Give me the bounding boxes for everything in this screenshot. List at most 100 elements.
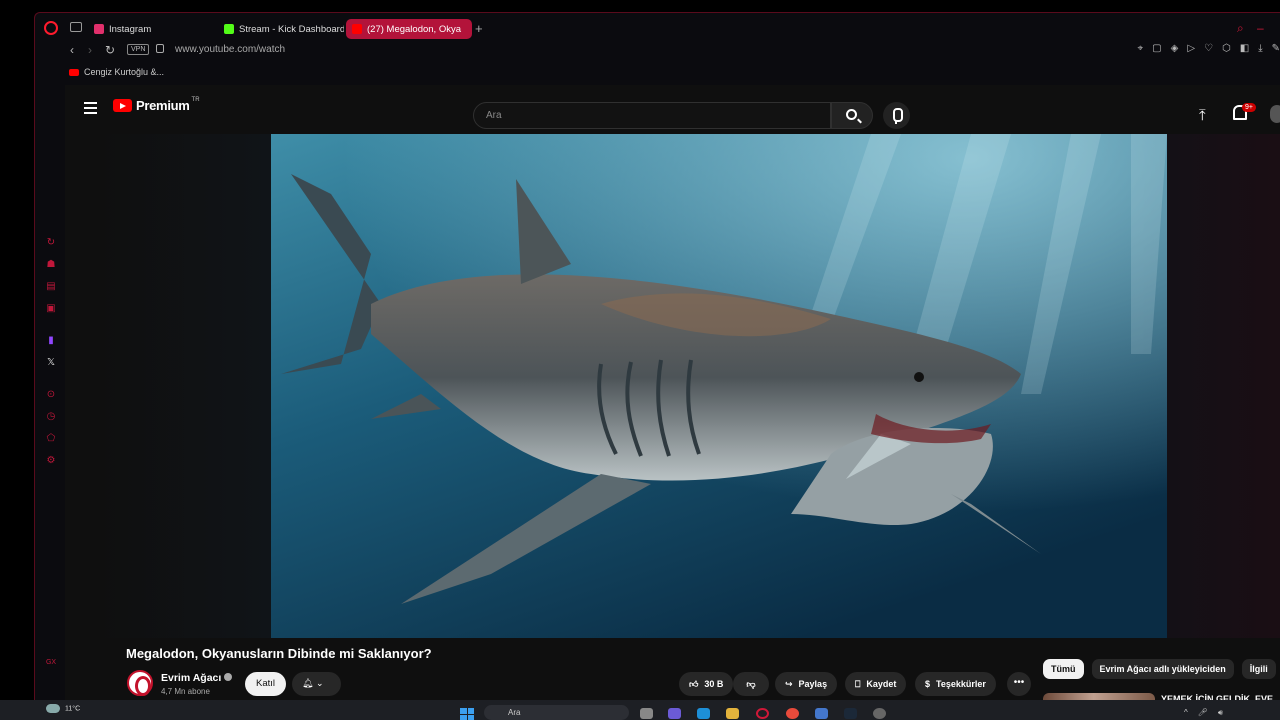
thumbs-down-icon: 👎︎ bbox=[746, 678, 756, 689]
youtube-header: Premium TR Ara ⤒ 9+ bbox=[65, 85, 1280, 131]
weather-widget[interactable]: 11°C bbox=[46, 704, 80, 713]
tab-bar: Instagram Stream - Kick Dashboard (27) M… bbox=[35, 17, 1280, 39]
download-icon[interactable]: ⤓ bbox=[1258, 43, 1262, 54]
forward-icon[interactable]: › bbox=[88, 43, 92, 57]
opera-sidebar: ↻ ☗ ▤ ▣ ▮ 𝕏 ⊙ ◷ ⬠ ⚙ GX bbox=[43, 237, 59, 679]
tab-label: (27) Megalodon, Okya bbox=[367, 23, 461, 35]
voice-search-icon[interactable] bbox=[883, 102, 910, 129]
share-icon: ↪ bbox=[785, 678, 793, 689]
share-button[interactable]: ↪ Paylaş bbox=[775, 672, 838, 696]
opera-logo-icon[interactable] bbox=[44, 21, 58, 35]
thumbs-up-icon: 👍︎ bbox=[689, 678, 699, 689]
extensions-icon[interactable]: ⬡ bbox=[1222, 43, 1231, 54]
bookmark-item[interactable]: Cengiz Kurtoğlu &... bbox=[84, 67, 164, 77]
search-tabs-icon[interactable]: ⌕ bbox=[1237, 21, 1244, 36]
video-frame-megalodon bbox=[271, 134, 1167, 638]
toolbar-icons: ⌖ ▢ ◈ ▷ ♡ ⬡ ◧ ⤓ ✎ bbox=[1138, 43, 1280, 54]
url-field[interactable]: www.youtube.com/watch bbox=[175, 44, 285, 55]
share-label: Paylaş bbox=[798, 679, 828, 689]
kick-icon bbox=[224, 24, 234, 34]
chevron-down-icon: ⌄ bbox=[315, 678, 324, 688]
instagram-icon bbox=[94, 24, 104, 34]
extensions-icon[interactable]: ⬠ bbox=[45, 433, 57, 445]
logo-text: Premium bbox=[136, 98, 190, 113]
volume-icon[interactable]: 🔊︎ bbox=[1218, 708, 1223, 718]
tab-label: Stream - Kick Dashboard bbox=[239, 23, 344, 35]
aria-icon[interactable]: ✎ bbox=[1272, 43, 1280, 54]
system-tray: ^ 🎤︎ 🔊︎ bbox=[1184, 708, 1223, 718]
cloud-icon bbox=[46, 704, 60, 713]
profile-icon[interactable]: ◧ bbox=[1240, 43, 1249, 54]
shield-icon[interactable]: ◈ bbox=[1171, 43, 1179, 54]
search-icon bbox=[846, 109, 857, 120]
pin-icon[interactable]: ⌖ bbox=[1138, 43, 1144, 54]
menu-icon[interactable]: ▣ bbox=[45, 303, 57, 315]
chat-icon[interactable]: ▤ bbox=[45, 281, 57, 293]
x-icon[interactable]: 𝕏 bbox=[45, 357, 57, 369]
youtube-logo[interactable]: Premium TR bbox=[113, 96, 200, 113]
like-button[interactable]: 👍︎ 30 B bbox=[679, 672, 734, 696]
join-button[interactable]: Katıl bbox=[245, 672, 286, 696]
channel-name[interactable]: Evrim Ağacı bbox=[161, 672, 233, 684]
ambient-left bbox=[99, 134, 271, 638]
chrome-icon[interactable] bbox=[786, 708, 799, 719]
snapshot-icon[interactable]: ▢ bbox=[1152, 43, 1161, 54]
chip-uploader[interactable]: Evrim Ağacı adlı yükleyiciden bbox=[1091, 659, 1234, 679]
store-icon[interactable] bbox=[815, 708, 828, 719]
lock-icon[interactable] bbox=[156, 44, 164, 53]
refresh-icon[interactable]: ↻ bbox=[45, 237, 57, 249]
logo-region: TR bbox=[191, 96, 200, 103]
video-player[interactable] bbox=[271, 134, 1167, 638]
temperature: 11°C bbox=[65, 705, 81, 713]
opera-gx-icon[interactable] bbox=[756, 708, 769, 719]
hamburger-menu-icon[interactable] bbox=[84, 102, 97, 117]
dislike-button[interactable]: 👎︎ bbox=[733, 672, 769, 696]
history-icon[interactable]: ◷ bbox=[45, 411, 57, 423]
file-explorer-icon[interactable] bbox=[726, 708, 739, 719]
search-button[interactable] bbox=[831, 102, 873, 129]
tab-switcher-icon[interactable] bbox=[70, 22, 82, 32]
microphone-icon[interactable]: 🎤︎ bbox=[1198, 708, 1208, 718]
settings-icon[interactable]: ⚙ bbox=[45, 455, 57, 467]
new-tab-button[interactable]: + bbox=[475, 21, 483, 36]
edge-icon[interactable] bbox=[697, 708, 710, 719]
heart-icon[interactable]: ♡ bbox=[1204, 43, 1213, 54]
subscription-bell-button[interactable]: 🔔︎ ⌄ bbox=[292, 672, 341, 696]
speaker-icon bbox=[352, 24, 362, 34]
search-input[interactable]: Ara bbox=[473, 102, 831, 129]
reload-icon[interactable]: ↻ bbox=[105, 43, 115, 57]
twitch-icon[interactable]: ▮ bbox=[45, 335, 57, 347]
chip-all[interactable]: Tümü bbox=[1043, 659, 1084, 679]
start-button[interactable] bbox=[460, 708, 474, 720]
vpn-badge[interactable]: VPN bbox=[127, 44, 150, 55]
account-avatar[interactable] bbox=[1270, 105, 1280, 123]
task-view-icon[interactable] bbox=[640, 708, 653, 719]
tab-youtube-active[interactable]: (27) Megalodon, Okya bbox=[346, 19, 472, 39]
tab-instagram[interactable]: Instagram bbox=[88, 19, 212, 39]
chevron-up-icon[interactable]: ^ bbox=[1184, 708, 1188, 718]
minimize-button[interactable]: – bbox=[1257, 21, 1264, 35]
bookmarks-bar: Cengiz Kurtoğlu &... bbox=[69, 67, 164, 77]
tab-kick[interactable]: Stream - Kick Dashboard bbox=[218, 19, 344, 39]
taskbar-search[interactable]: Ara bbox=[484, 705, 629, 720]
app-icon[interactable] bbox=[873, 708, 886, 719]
video-title: Megalodon, Okyanusların Dibinde mi Sakla… bbox=[126, 646, 432, 661]
upload-icon[interactable]: ⤒ bbox=[1199, 107, 1206, 124]
player-icon[interactable]: ⊙ bbox=[45, 389, 57, 401]
back-icon[interactable]: ‹ bbox=[70, 43, 74, 57]
save-button[interactable]: ⎕ Kaydet bbox=[845, 672, 907, 696]
play-icon[interactable]: ▷ bbox=[1187, 43, 1195, 54]
channel-avatar[interactable] bbox=[127, 670, 153, 696]
more-actions-button[interactable]: ••• bbox=[1007, 672, 1031, 696]
chip-related[interactable]: İlgili bbox=[1241, 659, 1276, 679]
steam-icon[interactable] bbox=[844, 708, 857, 719]
gx-label: GX bbox=[45, 659, 57, 666]
windows-taskbar: 11°C Ara ^ 🎤︎ 🔊︎ bbox=[0, 700, 1280, 720]
notification-badge: 9+ bbox=[1242, 103, 1256, 112]
copilot-icon[interactable] bbox=[668, 708, 681, 719]
channel-name-label: Evrim Ağacı bbox=[161, 672, 222, 684]
youtube-icon bbox=[69, 68, 79, 76]
bookmark-icon: ⎕ bbox=[855, 678, 861, 689]
thanks-button[interactable]: $ Teşekkürler bbox=[915, 672, 996, 696]
robot-icon[interactable]: ☗ bbox=[45, 259, 57, 271]
